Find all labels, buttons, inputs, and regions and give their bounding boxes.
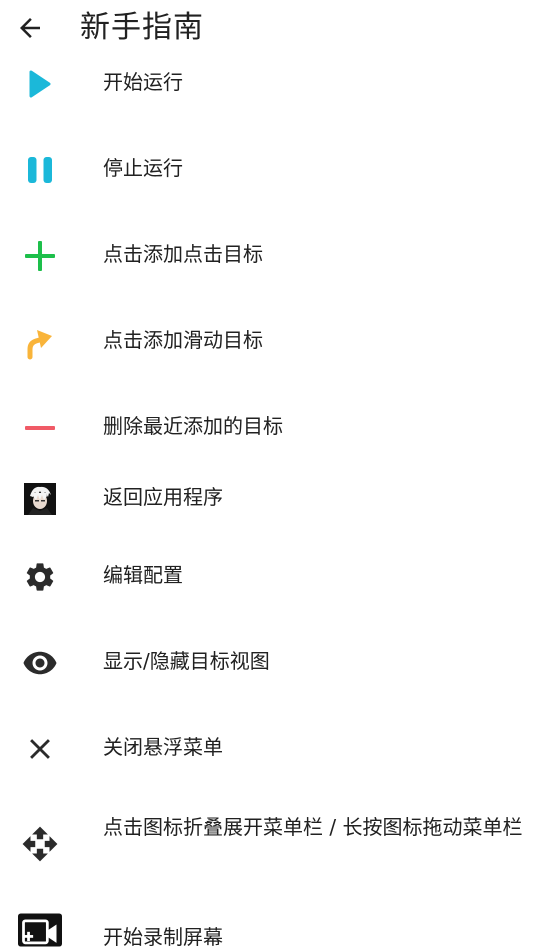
guide-item-return-to-app: 返回应用程序 bbox=[0, 479, 546, 519]
guide-label-close-menu: 关闭悬浮菜单 bbox=[103, 735, 223, 759]
app-avatar-icon bbox=[18, 481, 62, 517]
guide-item-add-swipe-target: 点击添加滑动目标 bbox=[0, 322, 546, 362]
guide-label-add-click-target: 点击添加点击目标 bbox=[103, 242, 263, 266]
guide-label-return-to-app: 返回应用程序 bbox=[103, 485, 223, 509]
back-button[interactable] bbox=[10, 8, 50, 48]
guide-label-edit-config: 编辑配置 bbox=[103, 563, 183, 587]
guide-item-edit-config: 编辑配置 bbox=[0, 557, 546, 597]
guide-label-move-menu: 点击图标折叠展开菜单栏 / 长按图标拖动菜单栏 bbox=[103, 815, 523, 839]
plus-icon bbox=[18, 238, 62, 274]
guide-label-add-swipe-target: 点击添加滑动目标 bbox=[103, 328, 263, 352]
guide-item-add-click-target: 点击添加点击目标 bbox=[0, 236, 546, 276]
guide-item-remove-last-target: 删除最近添加的目标 bbox=[0, 408, 546, 448]
page-title: 新手指南 bbox=[80, 10, 204, 45]
guide-item-move-menu: 点击图标折叠展开菜单栏 / 长按图标拖动菜单栏 bbox=[0, 812, 546, 876]
guide-label-toggle-target-view: 显示/隐藏目标视图 bbox=[103, 649, 270, 673]
guide-item-start: 开始运行 bbox=[0, 64, 546, 104]
move-icon bbox=[18, 822, 62, 866]
top-bar: 新手指南 bbox=[0, 0, 546, 56]
guide-item-toggle-target-view: 显示/隐藏目标视图 bbox=[0, 643, 546, 683]
eye-icon bbox=[18, 645, 62, 681]
arrow-left-icon bbox=[20, 18, 40, 38]
guide-item-close-menu: 关闭悬浮菜单 bbox=[0, 729, 546, 769]
gear-icon bbox=[18, 559, 62, 595]
guide-label-remove-last-target: 删除最近添加的目标 bbox=[103, 414, 283, 438]
guide-item-stop: 停止运行 bbox=[0, 150, 546, 190]
play-icon bbox=[18, 66, 62, 102]
pause-icon bbox=[18, 152, 62, 188]
minus-icon bbox=[18, 410, 62, 446]
guide-label-record-screen: 开始录制屏幕 bbox=[103, 925, 223, 947]
guide-item-record-screen: 开始录制屏幕 bbox=[0, 912, 546, 947]
guide-label-stop: 停止运行 bbox=[103, 156, 183, 180]
record-screen-icon bbox=[18, 912, 62, 947]
close-icon bbox=[18, 731, 62, 767]
guide-label-start: 开始运行 bbox=[103, 70, 183, 94]
swipe-arrow-icon bbox=[18, 324, 62, 360]
